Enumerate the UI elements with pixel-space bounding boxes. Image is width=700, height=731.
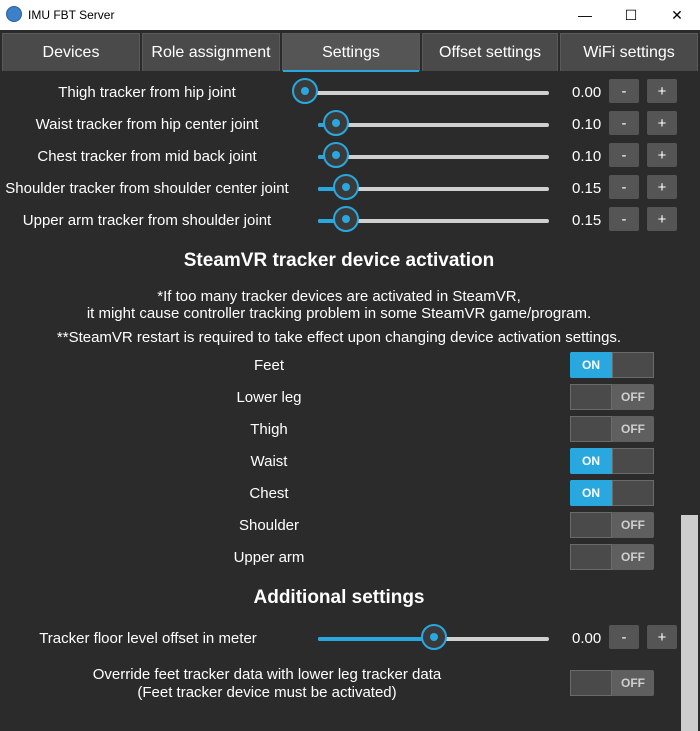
decrement-button[interactable]: - bbox=[609, 207, 639, 231]
toggle-shoulder[interactable]: ON OFF bbox=[570, 512, 654, 538]
toggle-chest[interactable]: ON OFF bbox=[570, 480, 654, 506]
slider-row-shoulder: Shoulder tracker from shoulder center jo… bbox=[0, 172, 680, 204]
toggle-label-lower-leg: Lower leg bbox=[236, 389, 302, 406]
slider-row-floor-offset: Tracker floor level offset in meter 0.00… bbox=[0, 622, 680, 654]
slider-thumb[interactable] bbox=[292, 78, 318, 104]
slider-value: 0.10 bbox=[572, 148, 602, 165]
activation-note-line2: it might cause controller tracking probl… bbox=[86, 305, 592, 322]
toggle-label-upper-arm: Upper arm bbox=[233, 549, 305, 566]
slider-label: Shoulder tracker from shoulder center jo… bbox=[5, 180, 289, 197]
tab-role-assignment[interactable]: Role assignment bbox=[142, 33, 280, 71]
slider-row-thigh: Thigh tracker from hip joint 0.00 - + bbox=[0, 76, 680, 108]
slider-track[interactable] bbox=[305, 91, 549, 95]
toggle-knob bbox=[570, 512, 612, 538]
toggle-label-shoulder: Shoulder bbox=[238, 517, 300, 534]
slider-track[interactable] bbox=[318, 155, 549, 159]
slider-thumb[interactable] bbox=[323, 142, 350, 168]
tab-offset-settings[interactable]: Offset settings bbox=[422, 33, 558, 71]
toggle-label-chest: Chest bbox=[249, 485, 289, 502]
toggle-label-feet: Feet bbox=[253, 357, 284, 374]
slider-value: 0.15 bbox=[572, 212, 602, 229]
toggle-thigh[interactable]: ON OFF bbox=[570, 416, 654, 442]
slider-thumb[interactable] bbox=[332, 174, 359, 200]
window-title: IMU FBT Server bbox=[28, 8, 115, 22]
slider-thumb[interactable] bbox=[323, 110, 350, 136]
toggle-knob bbox=[570, 416, 612, 442]
maximize-button[interactable]: ☐ bbox=[608, 0, 654, 30]
activation-note-line1: *If too many tracker devices are activat… bbox=[157, 288, 521, 305]
slider-label: Upper arm tracker from shoulder joint bbox=[22, 212, 272, 229]
scrollbar-thumb[interactable] bbox=[681, 515, 698, 731]
decrement-button[interactable]: - bbox=[609, 79, 639, 103]
slider-label: Thigh tracker from hip joint bbox=[58, 84, 236, 101]
slider-label: Waist tracker from hip center joint bbox=[35, 116, 259, 133]
slider-row-chest: Chest tracker from mid back joint 0.10 -… bbox=[0, 140, 680, 172]
toggle-on-text: ON bbox=[570, 448, 612, 474]
toggle-override-feet[interactable]: ON OFF bbox=[570, 670, 654, 696]
toggle-on-text: ON bbox=[570, 352, 612, 378]
increment-button[interactable]: + bbox=[647, 625, 677, 649]
tab-settings[interactable]: Settings bbox=[282, 33, 420, 72]
toggle-knob bbox=[612, 448, 654, 474]
slider-row-upper-arm: Upper arm tracker from shoulder joint 0.… bbox=[0, 204, 680, 236]
increment-button[interactable]: + bbox=[647, 143, 677, 167]
toggle-off-text: OFF bbox=[621, 422, 645, 436]
toggle-lower-leg[interactable]: ON OFF bbox=[570, 384, 654, 410]
decrement-button[interactable]: - bbox=[609, 625, 639, 649]
decrement-button[interactable]: - bbox=[609, 143, 639, 167]
toggle-feet[interactable]: ON OFF bbox=[570, 352, 654, 378]
slider-value: 0.00 bbox=[572, 84, 602, 101]
toggle-waist[interactable]: ON OFF bbox=[570, 448, 654, 474]
slider-value: 0.00 bbox=[572, 630, 602, 647]
minimize-button[interactable]: — bbox=[562, 0, 608, 30]
toggle-off-text: OFF bbox=[621, 518, 645, 532]
toggle-off-text: OFF bbox=[621, 390, 645, 404]
activation-heading: SteamVR tracker device activation bbox=[183, 250, 495, 271]
increment-button[interactable]: + bbox=[647, 175, 677, 199]
decrement-button[interactable]: - bbox=[609, 111, 639, 135]
toggle-knob bbox=[570, 670, 612, 696]
tab-bar: Devices Role assignment Settings Offset … bbox=[0, 30, 700, 72]
toggle-knob bbox=[570, 384, 612, 410]
override-label-line1: Override feet tracker data with lower le… bbox=[92, 666, 442, 683]
app-icon bbox=[6, 6, 22, 22]
toggle-label-waist: Waist bbox=[250, 453, 288, 470]
tab-devices[interactable]: Devices bbox=[2, 33, 140, 71]
slider-label: Chest tracker from mid back joint bbox=[37, 148, 257, 165]
toggle-label-thigh: Thigh bbox=[250, 421, 288, 438]
tab-wifi-settings[interactable]: WiFi settings bbox=[560, 33, 698, 71]
slider-value: 0.10 bbox=[572, 116, 602, 133]
additional-heading: Additional settings bbox=[253, 587, 425, 608]
decrement-button[interactable]: - bbox=[609, 175, 639, 199]
slider-row-waist: Waist tracker from hip center joint 0.10… bbox=[0, 108, 680, 140]
slider-thumb[interactable] bbox=[420, 624, 447, 650]
close-button[interactable]: ✕ bbox=[654, 0, 700, 30]
override-label-line2: (Feet tracker device must be activated) bbox=[137, 684, 397, 701]
slider-value: 0.15 bbox=[572, 180, 602, 197]
toggle-knob bbox=[612, 352, 654, 378]
toggle-knob bbox=[612, 480, 654, 506]
activation-note-line3: **SteamVR restart is required to take ef… bbox=[56, 329, 622, 346]
increment-button[interactable]: + bbox=[647, 79, 677, 103]
title-bar: IMU FBT Server — ☐ ✕ bbox=[0, 0, 700, 30]
slider-label: Tracker floor level offset in meter bbox=[39, 630, 257, 647]
toggle-off-text: OFF bbox=[621, 550, 645, 564]
toggle-upper-arm[interactable]: ON OFF bbox=[570, 544, 654, 570]
slider-fill bbox=[318, 637, 434, 641]
increment-button[interactable]: + bbox=[647, 111, 677, 135]
toggle-knob bbox=[570, 544, 612, 570]
increment-button[interactable]: + bbox=[647, 207, 677, 231]
toggle-on-text: ON bbox=[570, 480, 612, 506]
slider-track[interactable] bbox=[318, 123, 549, 127]
toggle-off-text: OFF bbox=[621, 676, 645, 690]
slider-thumb[interactable] bbox=[332, 206, 359, 232]
